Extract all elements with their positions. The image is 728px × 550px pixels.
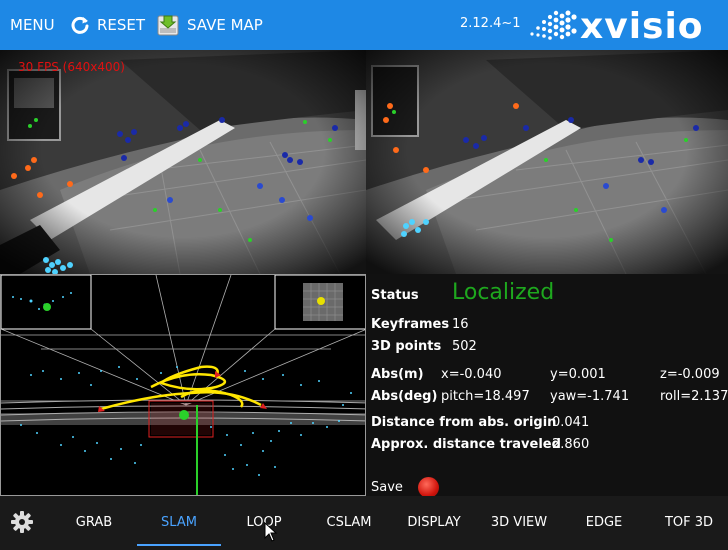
pitch-value: pitch=18.497 [441,389,530,404]
distance-traveled-value: 2.860 [552,437,590,452]
left-camera-feed [0,50,366,274]
yaw-value: yaw=-1.741 [550,389,630,404]
abs-m-label: Abs(m) [371,367,424,382]
tab-tof-3d[interactable]: TOF 3D [652,496,726,548]
left-camera-view: 30 FPS (640x400) [0,50,366,274]
right-camera-feed [366,50,728,274]
points-value: 502 [452,339,477,354]
save-download-icon [156,13,180,37]
roll-value: roll=2.137 [660,389,728,404]
version-label: 2.12.4~1 [460,16,521,31]
abs-deg-label: Abs(deg) [371,389,438,404]
save-label: Save [371,480,403,495]
reset-label: RESET [97,16,146,34]
slam-status-panel: Status Localized Keyframes 16 3D points … [366,274,728,498]
points-label: 3D points [371,339,442,354]
reset-button[interactable]: RESET [70,0,145,50]
right-camera-view [366,50,728,274]
abs-y-value: y=0.001 [550,367,606,382]
save-map-label: SAVE MAP [187,16,263,34]
mouse-cursor-icon [264,522,278,542]
abs-x-value: x=-0.040 [441,367,502,382]
distance-traveled-label: Approx. distance traveled [371,437,561,452]
refresh-icon [70,15,90,35]
top-toolbar: MENU RESET SAVE MAP 2.12.4~1 xvisio [0,0,728,50]
record-button[interactable] [418,477,439,498]
fps-overlay: 30 FPS (640x400) [18,60,125,74]
save-map-button[interactable]: SAVE MAP [156,0,263,50]
tab-3d-view[interactable]: 3D VIEW [480,496,558,548]
tab-edge[interactable]: EDGE [568,496,640,548]
tab-cslam[interactable]: CSLAM [312,496,386,548]
distance-origin-value: 0.041 [552,415,590,430]
svg-text:xvisio: xvisio [580,8,704,42]
status-label: Status [371,288,419,303]
slam-3d-map [1,275,365,495]
gear-icon[interactable] [10,510,34,534]
distance-origin-label: Distance from abs. origin [371,415,557,430]
tab-display[interactable]: DISPLAY [396,496,472,548]
menu-button[interactable]: MENU [10,0,55,50]
status-value: Localized [452,280,555,305]
tab-grab[interactable]: GRAB [60,496,128,548]
menu-label: MENU [10,16,55,34]
keyframes-label: Keyframes [371,317,450,332]
active-tab-indicator [137,544,221,546]
abs-z-value: z=-0.009 [660,367,720,382]
xvisio-logo: xvisio [530,8,704,42]
tab-slam[interactable]: SLAM [137,496,221,548]
slam-3d-view[interactable] [0,274,366,496]
bottom-tab-bar: GRAB SLAM LOOP CSLAM DISPLAY 3D VIEW EDG… [0,496,728,550]
keyframes-value: 16 [452,317,469,332]
